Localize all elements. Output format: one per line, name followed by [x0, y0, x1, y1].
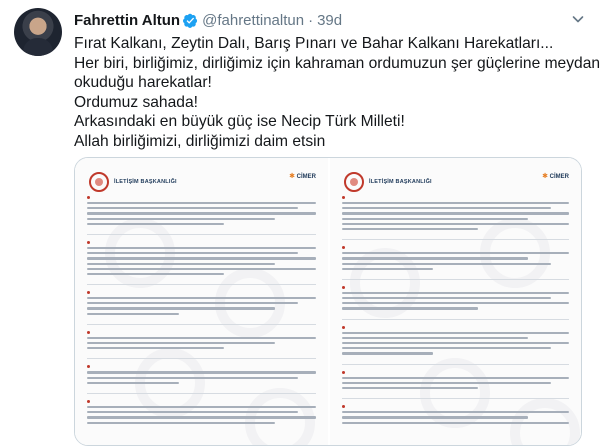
document-image: İLETİŞİM BAŞKANLIĞI ✱ CİMER	[330, 158, 581, 445]
cimer-badge: ✱ CİMER	[542, 173, 569, 180]
seal-icon	[89, 172, 109, 192]
tweet-header: Fahrettin Altun @fahrettinaltun · 39d	[74, 10, 588, 30]
chevron-down-icon[interactable]	[570, 11, 586, 27]
institution-logo: İLETİŞİM BAŞKANLIĞI	[344, 172, 432, 192]
avatar[interactable]	[14, 8, 62, 56]
institution-name: İLETİŞİM BAŞKANLIĞI	[369, 179, 432, 185]
media-image-left[interactable]: İLETİŞİM BAŞKANLIĞI ✱ CİMER	[75, 158, 328, 445]
institution-logo: İLETİŞİM BAŞKANLIĞI	[89, 172, 177, 192]
document-body	[342, 196, 569, 433]
tweet-timestamp[interactable]: 39d	[317, 12, 342, 29]
author-handle[interactable]: @fahrettinaltun	[202, 12, 304, 29]
institution-name: İLETİŞİM BAŞKANLIĞI	[114, 179, 177, 185]
tweet-text-line: Fırat Kalkanı, Zeytin Dalı, Barış Pınarı…	[74, 35, 554, 52]
tweet-text: Fırat Kalkanı, Zeytin Dalı, Barış Pınarı…	[74, 34, 600, 152]
author-display-name[interactable]: Fahrettin Altun	[74, 12, 180, 29]
cimer-label: CİMER	[549, 174, 569, 180]
cimer-label: CİMER	[296, 174, 316, 180]
media-image-right[interactable]: İLETİŞİM BAŞKANLIĞI ✱ CİMER	[328, 158, 581, 445]
tweet[interactable]: Fahrettin Altun @fahrettinaltun · 39d Fı…	[0, 0, 600, 447]
tweet-text-line: Ordumuz sahada!	[74, 93, 198, 111]
tweet-text-line: Allah birliğimizi, dirliğimizi daim etsi…	[74, 132, 326, 150]
tweet-text-line: Her biri, birliğimiz, dirliğimiz için ka…	[74, 54, 600, 72]
verified-badge-icon	[183, 13, 198, 28]
separator-dot: ·	[308, 11, 314, 29]
cimer-badge: ✱ CİMER	[289, 173, 316, 180]
tweet-text-line: Arkasındaki en büyük güç ise Necip Türk …	[74, 113, 405, 131]
media-attachment[interactable]: İLETİŞİM BAŞKANLIĞI ✱ CİMER İLETİŞİM BAŞ…	[74, 157, 582, 446]
seal-icon	[344, 172, 364, 192]
document-image: İLETİŞİM BAŞKANLIĞI ✱ CİMER	[75, 158, 328, 445]
tweet-text-line: okuduğu harekatlar!	[74, 74, 212, 92]
document-body	[87, 196, 316, 433]
